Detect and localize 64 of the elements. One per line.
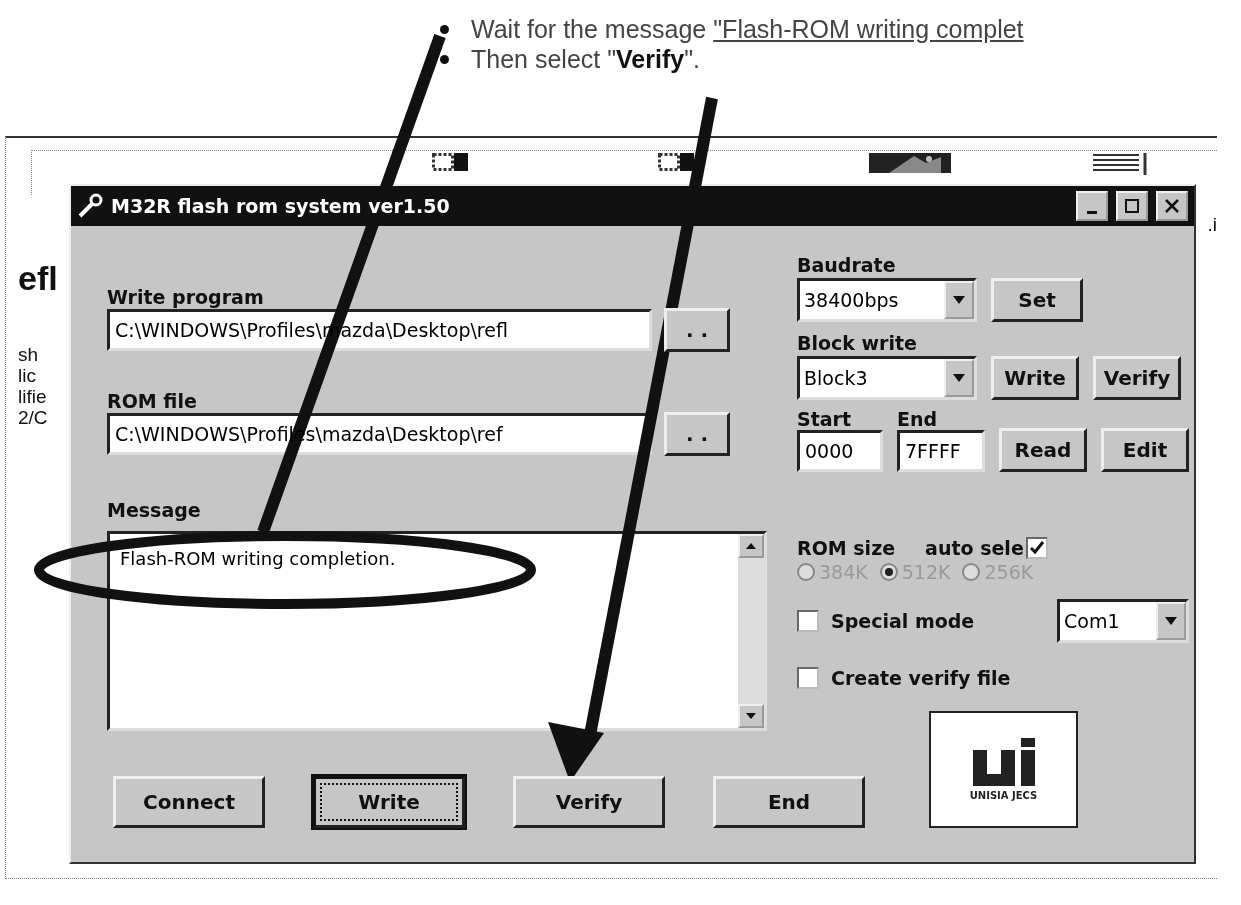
close-icon: [1165, 199, 1179, 213]
checkbox[interactable]: [797, 667, 819, 689]
radio-button[interactable]: [962, 563, 981, 581]
field-label: ROM size: [797, 537, 896, 559]
bullet-icon: [440, 24, 449, 34]
field-label: Block write: [797, 332, 917, 354]
browse-button[interactable]: . .: [664, 308, 730, 352]
close-button[interactable]: [1156, 191, 1188, 221]
field-label: End: [897, 408, 938, 430]
bullet-icon: [440, 54, 449, 64]
dropdown-arrow-icon: [953, 374, 965, 382]
dropdown-arrow-icon: [953, 296, 965, 304]
minimize-button[interactable]: [1076, 191, 1108, 221]
radio-button[interactable]: [879, 563, 898, 581]
field-label: ROM file: [107, 390, 197, 412]
wrench-icon: [77, 193, 103, 219]
instruction-text: Then select "Verify".: [471, 44, 700, 74]
action-button[interactable]: Write: [313, 776, 465, 828]
page-text-fragment: 2/C: [18, 408, 49, 429]
message-text: Flash-ROM writing completion.: [120, 548, 396, 569]
radio-button[interactable]: [797, 563, 815, 581]
browse-button[interactable]: . .: [664, 412, 730, 456]
checkbox-label: auto sele: [925, 537, 1024, 559]
scroll-down-icon: [746, 713, 756, 719]
end-field[interactable]: 7FFFF: [897, 430, 985, 472]
message-link[interactable]: "Flash-ROM writing complet: [713, 14, 1024, 43]
range-button[interactable]: Read: [999, 428, 1087, 472]
action-button[interactable]: Connect: [113, 776, 265, 828]
page-text-fragment: lic: [18, 366, 37, 388]
text-lines-icon: [1091, 153, 1147, 175]
block-button[interactable]: Write: [991, 356, 1079, 400]
page-text-fragment: sh: [18, 345, 40, 367]
instruction-text: Wait for the message "Flash-ROM writing complet: [471, 14, 1024, 44]
field-label: Start: [797, 408, 852, 430]
dropdown-arrow-icon: [1165, 617, 1177, 625]
page-text-fragment: .i: [1207, 215, 1217, 237]
checkbox[interactable]: [1025, 537, 1048, 559]
field-label: Write program: [107, 286, 264, 308]
field-label: Message: [107, 499, 201, 521]
grid-icon: [658, 153, 694, 171]
set-button[interactable]: Set: [991, 278, 1083, 322]
minimize-icon: [1087, 210, 1097, 214]
action-button[interactable]: End: [713, 776, 865, 828]
block-button[interactable]: Verify: [1093, 356, 1181, 400]
checkbox-label: Special mode: [831, 610, 975, 632]
page-text-fragment: lifie: [18, 387, 48, 409]
grid-icon: [432, 153, 468, 171]
scroll-up-icon: [746, 543, 756, 549]
page-text-fragment: efl: [18, 260, 58, 298]
block-dropdown[interactable]: Block3: [797, 356, 977, 400]
field-label: Baudrate: [797, 254, 896, 276]
range-button[interactable]: Edit: [1101, 428, 1189, 472]
start-field[interactable]: 0000: [797, 430, 883, 472]
baudrate-dropdown[interactable]: 38400bps: [797, 278, 977, 322]
checkbox-label: Create verify file: [831, 667, 1011, 689]
action-button[interactable]: Verify: [513, 776, 665, 828]
maximize-button[interactable]: [1116, 191, 1148, 221]
maximize-icon: [1125, 199, 1139, 213]
window-title: M32R flash rom system ver1.50: [111, 195, 450, 217]
message-box[interactable]: Flash-ROM writing completion.: [107, 531, 767, 731]
checkbox[interactable]: [797, 610, 819, 632]
scrollbar[interactable]: [738, 534, 764, 728]
logo-caption: UNISIA JECS: [969, 790, 1038, 801]
port-dropdown[interactable]: Com1: [1057, 599, 1189, 643]
